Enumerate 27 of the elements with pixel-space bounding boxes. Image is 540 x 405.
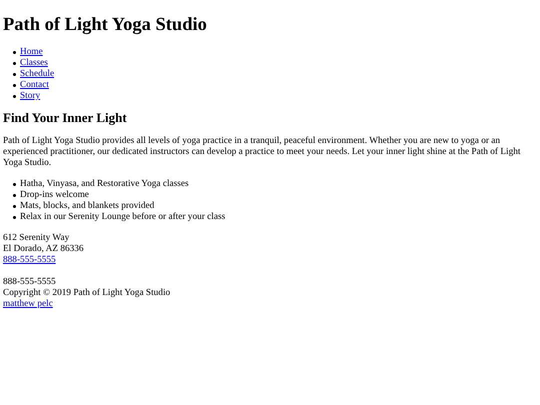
site-title: Path of Light Yoga Studio	[3, 14, 207, 35]
copyright-text: Copyright © 2019 Path of Light Yoga Studio	[3, 288, 170, 299]
intro-paragraph: Path of Light Yoga Studio provides all levels of yoga practice in a tranquil, peaceful environment. Whether you are new to yoga or an experienced practitioner, our dedicated instructors can develop a practice to meet your needs. Let your inner light shine at the Path of Light Yoga Studio.	[3, 136, 522, 169]
footer-phone: 888-555-5555	[3, 277, 56, 288]
section-heading: Find Your Inner Light	[3, 110, 127, 125]
nav-link[interactable]: Classes	[20, 58, 48, 69]
bullet-icon	[13, 62, 16, 65]
nav-link[interactable]: Contact	[20, 80, 49, 91]
bullet-icon	[13, 194, 16, 197]
phone-link[interactable]: 888-555-5555	[3, 255, 56, 266]
feature-item: Relax in our Serenity Lounge before or after your class	[20, 212, 226, 223]
bullet-icon	[13, 216, 16, 219]
bullet-icon	[13, 205, 16, 208]
nav-link[interactable]: Story	[20, 91, 40, 102]
nav-link[interactable]: Home	[20, 47, 43, 58]
bullet-icon	[13, 183, 16, 186]
bullet-icon	[13, 73, 16, 76]
nav-link[interactable]: Schedule	[20, 69, 54, 80]
feature-item: Drop-ins welcome	[20, 190, 89, 201]
bullet-icon	[13, 95, 16, 98]
bullet-icon	[13, 51, 16, 54]
author-link[interactable]: matthew pelc	[3, 299, 53, 310]
city-address: El Dorado, AZ 86336	[3, 244, 84, 255]
street-address: 612 Serenity Way	[3, 233, 70, 244]
bullet-icon	[13, 84, 16, 87]
feature-item: Hatha, Vinyasa, and Restorative Yoga classes	[20, 179, 189, 190]
feature-item: Mats, blocks, and blankets provided	[20, 201, 154, 212]
